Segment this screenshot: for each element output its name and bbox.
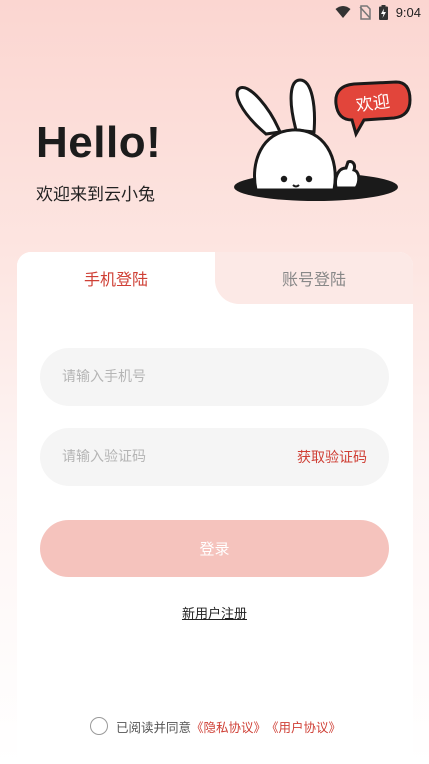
tab-phone-login[interactable]: 手机登陆: [17, 252, 215, 304]
phone-field: [40, 348, 389, 406]
battery-charging-icon: [378, 4, 388, 20]
register-row: 新用户注册: [0, 603, 429, 622]
agreement-row: 已阅读并同意 《隐私协议》 《用户协议》: [90, 716, 341, 736]
agreement-radio[interactable]: [90, 717, 108, 735]
login-card: [17, 252, 413, 764]
get-code-button[interactable]: 获取验证码: [297, 447, 367, 467]
verification-code-input[interactable]: [62, 449, 297, 465]
privacy-agreement-link[interactable]: 《隐私协议》: [191, 717, 266, 736]
rabbit-mascot-illustration: 欢迎: [234, 78, 412, 201]
agreement-prefix: 已阅读并同意: [116, 719, 192, 735]
status-bar: 9:04: [0, 0, 429, 24]
wifi-icon: [335, 6, 351, 18]
code-field: 获取验证码: [40, 428, 389, 486]
status-time: 9:04: [395, 4, 421, 20]
no-sim-icon: [359, 4, 371, 20]
login-tabs: 手机登陆 账号登陆: [17, 252, 413, 304]
phone-input[interactable]: [62, 369, 367, 385]
hero-title: Hello!: [36, 118, 162, 167]
register-link[interactable]: 新用户注册: [182, 607, 247, 622]
login-button[interactable]: 登录: [40, 520, 389, 577]
hero-subtitle: 欢迎来到云小兔: [36, 185, 155, 205]
user-agreement-link[interactable]: 《用户协议》: [266, 717, 341, 736]
tab-account-login[interactable]: 账号登陆: [215, 252, 413, 304]
